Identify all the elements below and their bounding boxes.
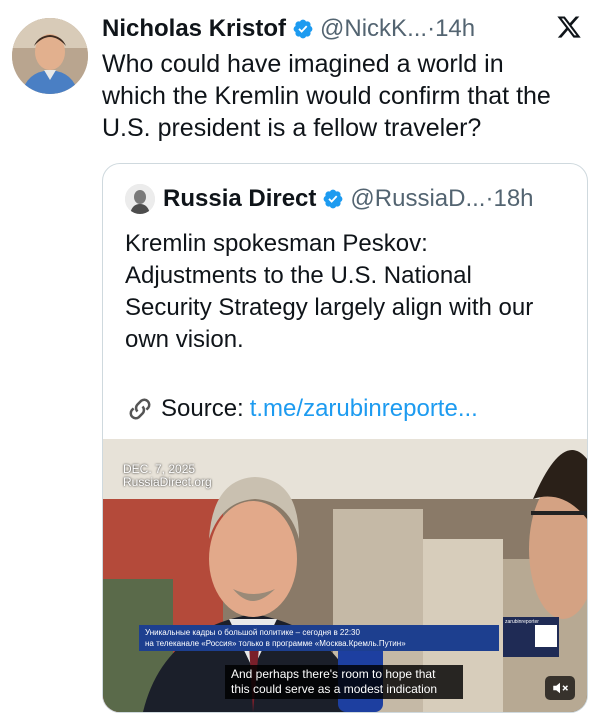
source-label: Source: [161,395,244,422]
ticker-tag: zarubinreporter [505,619,539,625]
quoted-tweet-header: Russia Direct @RussiaD... · 18h [125,184,534,214]
video-subtitle: And perhaps there's room to hope that th… [225,665,463,699]
quoted-tweet-card[interactable]: Russia Direct @RussiaD... · 18h Kremlin … [102,163,588,713]
quoted-author-avatar[interactable] [125,184,155,214]
mute-icon [553,682,569,694]
quoted-author-name[interactable]: Russia Direct [163,185,316,213]
separator-dot: · [427,15,436,42]
author-handle[interactable]: @NickK... [320,15,427,43]
watermark: RussiaDirect.org [123,475,212,489]
quoted-tweet-text: Kremlin spokesman Peskov: Adjustments to… [125,230,534,353]
x-logo-icon [557,16,581,38]
ticker-line2: на телеканале «Россия» только в программ… [145,639,406,648]
quoted-timestamp[interactable]: 18h [493,185,533,213]
video-stamp: DEC. 7, 2025 RussiaDirect.org [123,463,212,489]
mute-button[interactable] [545,676,575,700]
verified-badge-icon [293,19,313,39]
tweet-timestamp[interactable]: 14h [435,15,475,43]
separator-dot: · [485,185,494,212]
news-ticker: Уникальные кадры о большой политике – се… [139,625,499,651]
tweet-text: Who could have imagined a world in which… [102,50,551,142]
link-icon [129,398,151,420]
video-player[interactable]: DEC. 7, 2025 RussiaDirect.org Уникальные… [103,439,587,712]
verified-badge-icon [324,189,343,209]
author-name[interactable]: Nicholas Kristof [102,15,286,43]
tweet-header: Nicholas Kristof @NickK... · 14h [102,12,578,46]
ticker-line1: Уникальные кадры о большой политике – се… [145,628,360,637]
source-link[interactable]: t.me/zarubinreporte... [250,395,478,423]
author-avatar[interactable] [12,18,88,94]
quoted-author-handle[interactable]: @RussiaD... [350,185,485,213]
source-line: Source: t.me/zarubinreporte... [125,394,478,424]
qr-code [535,625,557,647]
